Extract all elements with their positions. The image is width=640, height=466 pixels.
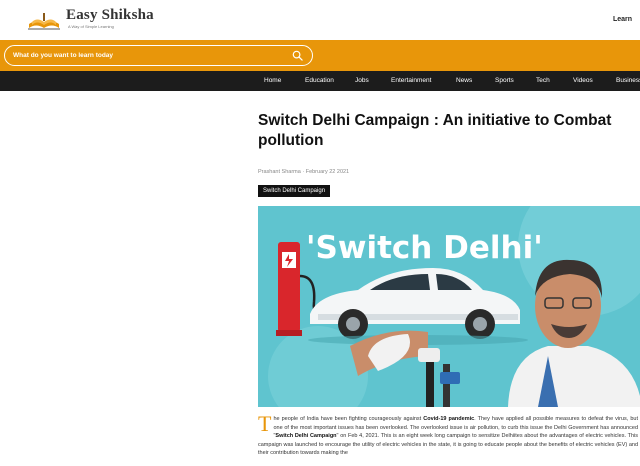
hero-illustration: 'Switch Delhi' <box>268 206 640 407</box>
article-header: Switch Delhi Campaign : An initiative to… <box>258 111 640 197</box>
search-band <box>0 40 640 71</box>
nav-item-tech[interactable]: Tech <box>536 71 550 91</box>
bold-covid: Covid-19 pandemic <box>423 416 475 422</box>
nav-item-sports[interactable]: Sports <box>495 71 514 91</box>
search-bar[interactable] <box>4 45 313 66</box>
nav-item-business[interactable]: Business <box>616 71 640 91</box>
microphones-icon <box>418 348 460 407</box>
search-input[interactable] <box>13 49 283 62</box>
bold-campaign: Switch Delhi Campaign <box>275 433 337 439</box>
nav-item-jobs[interactable]: Jobs <box>355 71 369 91</box>
nav-item-videos[interactable]: Videos <box>573 71 593 91</box>
site-logo[interactable]: Easy Shiksha A Way of Simple Learning <box>26 6 154 36</box>
nav-item-education[interactable]: Education <box>305 71 334 91</box>
nav-item-home[interactable]: Home <box>264 71 281 91</box>
search-icon[interactable] <box>292 50 303 61</box>
article-meta: Prashant Sharma · February 22 2021 <box>258 169 350 175</box>
site-header: Easy Shiksha A Way of Simple Learning Le… <box>0 0 640 40</box>
logo-name: Easy Shiksha <box>66 7 154 23</box>
category-tag[interactable]: Switch Delhi Campaign <box>258 185 331 197</box>
nav-item-entertainment[interactable]: Entertainment <box>391 71 431 91</box>
dropcap: T <box>258 411 272 436</box>
article-author[interactable]: Prashant Sharma <box>258 169 301 175</box>
article-body: The people of India have been fighting c… <box>258 411 638 458</box>
login-link[interactable]: Learn <box>613 16 632 23</box>
hero-image: 'Switch Delhi' <box>258 206 640 407</box>
article-date: February 22 2021 <box>305 169 350 175</box>
hero-headline: 'Switch Delhi' <box>306 230 543 266</box>
nav-item-news[interactable]: News <box>456 71 472 91</box>
article-title: Switch Delhi Campaign : An initiative to… <box>258 112 612 149</box>
main-nav: Home Education Jobs Entertainment News S… <box>0 71 640 91</box>
body-text-run: he people of India have been fighting co… <box>273 416 424 422</box>
open-book-logo-icon <box>28 13 60 30</box>
logo-tagline: A Way of Simple Learning <box>68 24 114 29</box>
